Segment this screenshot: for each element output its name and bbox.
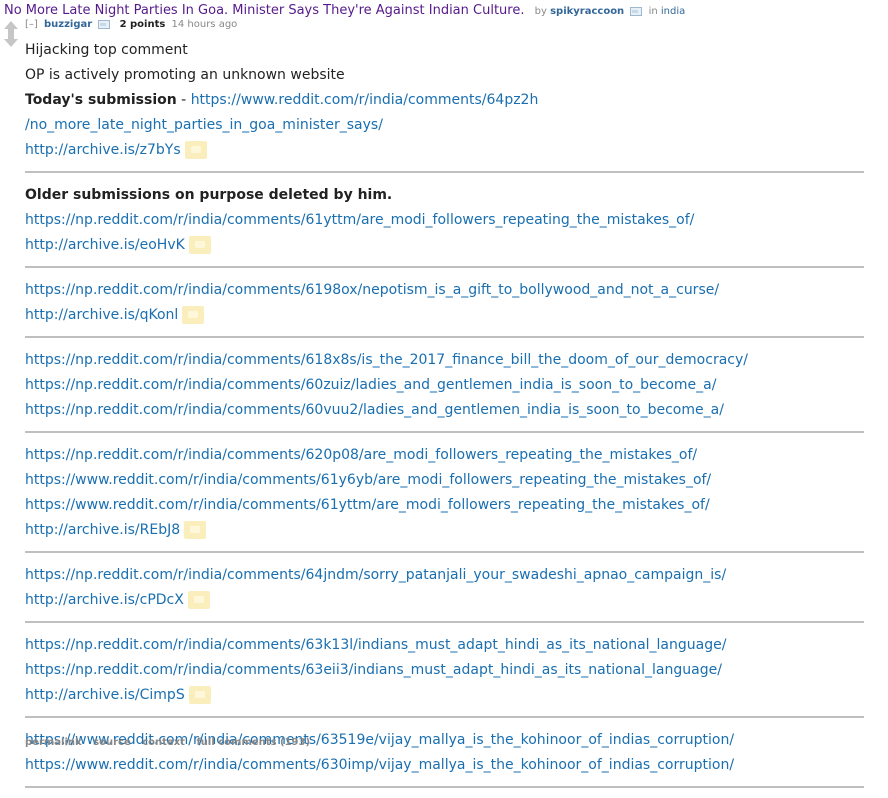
archive-tag-icon <box>184 141 207 159</box>
comment-body: Hijacking top comment OP is actively pro… <box>25 38 865 798</box>
archive-link[interactable]: http://archive.is/cPDcX <box>25 592 184 608</box>
archive-line: http://archive.is/qKonl <box>25 303 865 328</box>
today-link-part1[interactable]: https://www.reddit.com/r/india/comments/… <box>191 92 539 108</box>
older-label: Older submissions on purpose deleted by … <box>25 187 393 203</box>
post-title-link[interactable]: No More Late Night Parties In Goa. Minis… <box>4 3 524 18</box>
comment-time: 14 hours ago <box>171 19 238 30</box>
divider <box>25 171 864 173</box>
flair-icon <box>98 19 111 29</box>
submission-link[interactable]: https://www.reddit.com/r/india/comments/… <box>25 497 710 513</box>
archive-line: http://archive.is/cPDcX <box>25 588 865 613</box>
submission-link[interactable]: https://np.reddit.com/r/india/comments/6… <box>25 447 697 463</box>
submission-link[interactable]: https://www.reddit.com/r/india/comments/… <box>25 472 711 488</box>
downvote-arrow-icon[interactable] <box>4 33 18 47</box>
archive-line: http://archive.is/eoHvK <box>25 233 865 258</box>
comment-author-link[interactable]: buzzigar <box>44 19 92 30</box>
submission-link[interactable]: https://np.reddit.com/r/india/comments/6… <box>25 662 722 678</box>
submission-link-line: https://www.reddit.com/r/india/comments/… <box>25 468 865 493</box>
submission-link[interactable]: https://np.reddit.com/r/india/comments/6… <box>25 637 726 653</box>
divider <box>25 336 864 338</box>
subreddit-link[interactable]: india <box>661 6 685 17</box>
archive-tag-icon <box>184 521 207 539</box>
flair-icon <box>630 6 643 16</box>
archive-link[interactable]: http://archive.is/z7bYs <box>25 142 181 158</box>
archive-tag-icon <box>182 306 205 324</box>
submission-link-line: https://www.reddit.com/r/india/comments/… <box>25 493 865 518</box>
post-byline: by spikyraccoon in india <box>535 6 686 17</box>
divider <box>25 621 864 623</box>
today-link-part2[interactable]: /no_more_late_night_parties_in_goa_minis… <box>25 117 383 133</box>
divider <box>25 551 864 553</box>
comment-line: Hijacking top comment <box>25 42 188 58</box>
older-heading: Older submissions on purpose deleted by … <box>25 183 865 208</box>
post-title-line: No More Late Night Parties In Goa. Minis… <box>4 3 685 18</box>
comment-tagline: [–] buzzigar 2 points 14 hours ago <box>25 19 237 30</box>
divider <box>25 786 864 788</box>
divider <box>25 431 864 433</box>
submission-link[interactable]: https://np.reddit.com/r/india/comments/6… <box>25 282 719 298</box>
submission-link[interactable]: https://np.reddit.com/r/india/comments/6… <box>25 377 716 393</box>
submission-link-line: https://np.reddit.com/r/india/comments/6… <box>25 443 865 468</box>
divider <box>25 716 864 718</box>
submission-link[interactable]: https://np.reddit.com/r/india/comments/6… <box>25 402 724 418</box>
divider <box>25 266 864 268</box>
post-author-link[interactable]: spikyraccoon <box>550 6 624 17</box>
submission-link-line: https://np.reddit.com/r/india/comments/6… <box>25 633 865 658</box>
submission-link-line: https://np.reddit.com/r/india/comments/6… <box>25 348 865 373</box>
archive-line: http://archive.is/z7bYs <box>25 138 865 163</box>
today-label: Today's submission <box>25 92 177 108</box>
submission-link-line: https://np.reddit.com/r/india/comments/6… <box>25 398 865 423</box>
vote-arrows <box>3 21 19 51</box>
collapse-toggle[interactable]: [–] <box>25 19 38 30</box>
submission-link-line: https://np.reddit.com/r/india/comments/6… <box>25 563 865 588</box>
archive-link[interactable]: http://archive.is/eoHvK <box>25 237 185 253</box>
archive-tag-icon <box>188 236 211 254</box>
submission-link-line: https://np.reddit.com/r/india/comments/6… <box>25 373 865 398</box>
today-submission-paragraph: Today's submission - https://www.reddit.… <box>25 88 865 138</box>
context-button[interactable]: context <box>142 737 185 748</box>
submission-link[interactable]: https://www.reddit.com/r/india/comments/… <box>25 757 734 773</box>
source-button[interactable]: source <box>93 737 131 748</box>
archive-tag-icon <box>188 686 211 704</box>
comment-buttons: permalink source context full comments (… <box>25 737 318 748</box>
in-label: in <box>648 6 658 17</box>
comment-line: OP is actively promoting an unknown webs… <box>25 67 345 83</box>
submission-link-line: https://np.reddit.com/r/india/comments/6… <box>25 208 865 233</box>
full-comments-button[interactable]: full comments (193) <box>196 737 310 748</box>
archive-link[interactable]: http://archive.is/qKonl <box>25 307 178 323</box>
older-groups: https://np.reddit.com/r/india/comments/6… <box>25 208 865 788</box>
upvote-arrow-icon[interactable] <box>4 21 18 34</box>
submission-link[interactable]: https://np.reddit.com/r/india/comments/6… <box>25 212 694 228</box>
comment-score: 2 points <box>119 19 166 30</box>
submission-link[interactable]: https://np.reddit.com/r/india/comments/6… <box>25 352 748 368</box>
archive-link[interactable]: http://archive.is/CimpS <box>25 687 185 703</box>
submission-link-line: https://www.reddit.com/r/india/comments/… <box>25 753 865 778</box>
archive-line: http://archive.is/REbJ8 <box>25 518 865 543</box>
archive-line: http://archive.is/CimpS <box>25 683 865 708</box>
archive-link[interactable]: http://archive.is/REbJ8 <box>25 522 180 538</box>
by-label: by <box>534 6 547 17</box>
submission-link[interactable]: https://np.reddit.com/r/india/comments/6… <box>25 567 726 583</box>
permalink-button[interactable]: permalink <box>25 737 82 748</box>
archive-tag-icon <box>187 591 210 609</box>
today-separator: - <box>176 92 191 108</box>
submission-link-line: https://np.reddit.com/r/india/comments/6… <box>25 658 865 683</box>
submission-link-line: https://np.reddit.com/r/india/comments/6… <box>25 278 865 303</box>
